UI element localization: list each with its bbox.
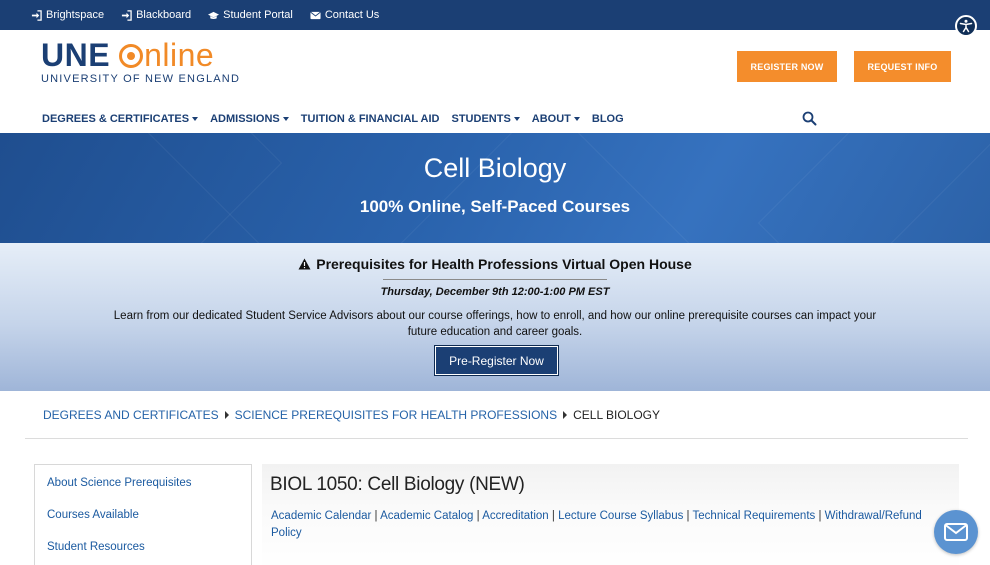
course-links: Academic Calendar | Academic Catalog | A… xyxy=(271,508,941,542)
chat-envelope-icon xyxy=(944,523,968,541)
nav-students[interactable]: STUDENTS xyxy=(452,113,520,125)
sign-in-icon xyxy=(122,9,132,21)
logo-o-icon xyxy=(119,44,144,68)
nav-label: TUITION & FINANCIAL AID xyxy=(300,113,440,125)
link-separator: | xyxy=(371,510,381,522)
link-separator: | xyxy=(815,510,825,522)
logo-une: UNE xyxy=(41,37,111,73)
request-info-button[interactable]: REQUEST INFO xyxy=(854,51,951,82)
sign-in-icon xyxy=(31,9,42,21)
student-portal-link[interactable]: Student Portal xyxy=(208,9,293,21)
announcement-date: Thursday, December 9th 12:00-1:00 PM EST xyxy=(380,286,610,298)
announcement-heading: Prerequisites for Health Professions Vir… xyxy=(0,256,990,272)
nav-tuition-financial-aid[interactable]: TUITION & FINANCIAL AID xyxy=(301,113,440,125)
link-separator: | xyxy=(473,510,483,522)
caret-right-icon xyxy=(224,411,229,419)
caret-down-icon xyxy=(573,117,580,121)
register-now-button[interactable]: REGISTER NOW xyxy=(737,51,837,82)
nav-label: DEGREES & CERTIFICATES xyxy=(42,113,190,125)
breadcrumb-current: CELL BIOLOGY xyxy=(573,408,661,422)
une-online-logo[interactable]: UNE nline UNIVERSITY OF NEW ENGLAND xyxy=(41,39,240,85)
announcement-description: Learn from our dedicated Student Service… xyxy=(113,310,877,338)
caret-down-icon xyxy=(282,117,289,121)
hero-banner: Cell Biology 100% Online, Self-Paced Cou… xyxy=(0,133,990,243)
nav-blog[interactable]: BLOG xyxy=(592,113,624,125)
search-icon[interactable] xyxy=(802,111,817,126)
nav-label: STUDENTS xyxy=(451,113,511,125)
blackboard-label: Blackboard xyxy=(136,9,192,21)
sidebar-item-about-science-prerequisites[interactable]: About Science Prerequisites xyxy=(47,477,191,489)
sidebar-item-student-resources[interactable]: Student Resources xyxy=(47,541,145,553)
warning-icon xyxy=(298,258,311,270)
logo-wordmark: UNE nline xyxy=(41,39,240,71)
sidebar-item-courses-available[interactable]: Courses Available xyxy=(47,509,139,521)
open-house-announcement: Prerequisites for Health Professions Vir… xyxy=(0,243,990,391)
logo-online-text: nline xyxy=(144,37,215,73)
student-portal-label: Student Portal xyxy=(223,9,293,21)
pre-register-button[interactable]: Pre-Register Now xyxy=(434,345,559,376)
main-nav: DEGREES & CERTIFICATES ADMISSIONS TUITIO… xyxy=(42,111,624,127)
logo-subtitle: UNIVERSITY OF NEW ENGLAND xyxy=(41,73,241,85)
announcement-title: Prerequisites for Health Professions Vir… xyxy=(316,256,692,272)
page-subtitle: 100% Online, Self-Paced Courses xyxy=(359,197,631,216)
course-content: BIOL 1050: Cell Biology (NEW) Academic C… xyxy=(262,464,959,565)
link-separator: | xyxy=(548,510,559,522)
accessibility-icon[interactable] xyxy=(955,15,977,37)
nav-label: BLOG xyxy=(591,113,624,125)
chat-button[interactable] xyxy=(934,510,978,554)
academic-calendar-link[interactable]: Academic Calendar xyxy=(271,510,371,522)
brightspace-link[interactable]: Brightspace xyxy=(31,9,104,21)
nav-about[interactable]: ABOUT xyxy=(532,113,580,125)
envelope-icon xyxy=(310,11,321,19)
logo-online: nline xyxy=(118,39,214,71)
nav-label: ADMISSIONS xyxy=(210,113,280,125)
breadcrumb: DEGREES AND CERTIFICATES SCIENCE PREREQU… xyxy=(43,408,660,422)
nav-degrees-certificates[interactable]: DEGREES & CERTIFICATES xyxy=(42,113,199,125)
caret-down-icon xyxy=(513,117,520,121)
announcement-divider xyxy=(383,279,607,280)
blackboard-link[interactable]: Blackboard xyxy=(121,9,191,21)
caret-down-icon xyxy=(192,117,199,121)
lecture-syllabus-link[interactable]: Lecture Course Syllabus xyxy=(558,510,683,522)
accreditation-link[interactable]: Accreditation xyxy=(482,510,548,522)
graduation-cap-icon xyxy=(208,11,220,19)
academic-catalog-link[interactable]: Academic Catalog xyxy=(380,510,473,522)
page-title: Cell Biology xyxy=(423,153,567,183)
divider xyxy=(25,438,968,439)
brightspace-label: Brightspace xyxy=(46,9,105,21)
utility-links: Brightspace Blackboard Student Portal Co… xyxy=(31,0,379,30)
link-separator: | xyxy=(683,510,693,522)
contact-us-label: Contact Us xyxy=(324,9,380,21)
breadcrumb-science-prerequisites[interactable]: SCIENCE PREREQUISITES FOR HEALTH PROFESS… xyxy=(235,408,558,422)
nav-label: ABOUT xyxy=(531,113,571,125)
nav-admissions[interactable]: ADMISSIONS xyxy=(210,113,289,125)
caret-right-icon xyxy=(563,411,568,419)
contact-us-link[interactable]: Contact Us xyxy=(310,9,379,21)
utility-bar: Brightspace Blackboard Student Portal Co… xyxy=(0,0,990,30)
course-title: BIOL 1050: Cell Biology (NEW) xyxy=(270,474,525,495)
sidebar: About Science Prerequisites Courses Avai… xyxy=(34,464,252,565)
technical-requirements-link[interactable]: Technical Requirements xyxy=(693,510,816,522)
breadcrumb-degrees-certificates[interactable]: DEGREES AND CERTIFICATES xyxy=(43,408,219,422)
